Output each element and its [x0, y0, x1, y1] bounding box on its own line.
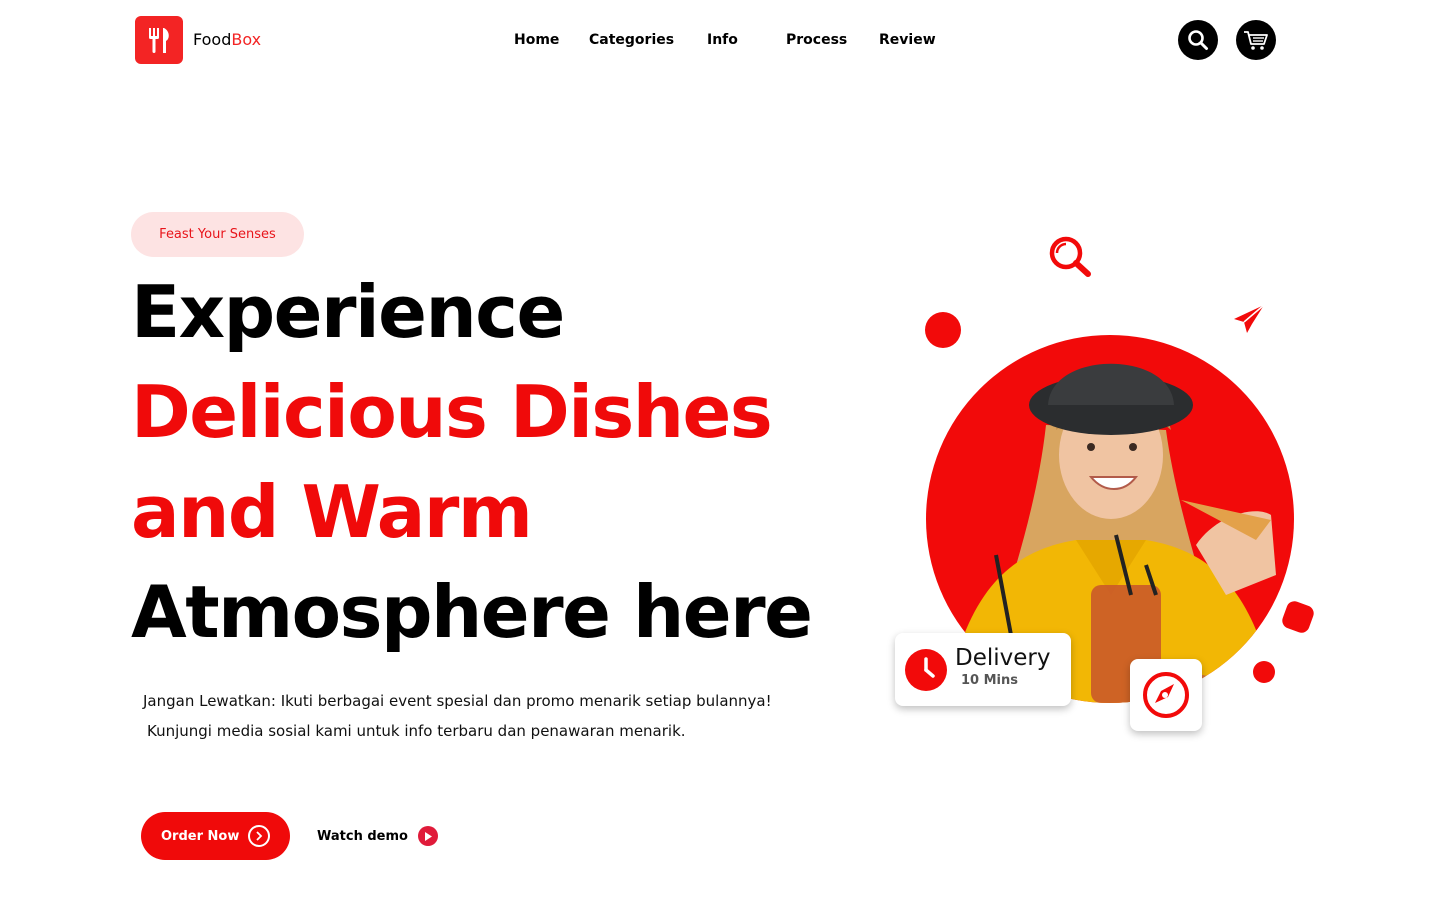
brand-name-part2: Box [231, 30, 262, 49]
nav-review[interactable]: Review [879, 31, 936, 49]
headline-line-1: Experience [131, 270, 565, 354]
chevron-right-icon [248, 825, 270, 847]
compass-card [1130, 659, 1202, 731]
nav-process[interactable]: Process [786, 31, 847, 49]
description-line-1: Jangan Lewatkan: Ikuti berbagai event sp… [143, 692, 772, 710]
hero-badge: Feast Your Senses [131, 212, 304, 257]
search-icon [1188, 30, 1208, 50]
magnifier-icon [1049, 236, 1091, 277]
decor-shape [1280, 599, 1316, 635]
hero-description: Jangan Lewatkan: Ikuti berbagai event sp… [143, 686, 772, 746]
search-button[interactable] [1178, 20, 1218, 60]
cart-button[interactable] [1236, 20, 1276, 60]
decor-dot [1253, 661, 1275, 683]
brand-name[interactable]: FoodBox [193, 30, 261, 50]
play-icon [417, 826, 438, 846]
nav-categories[interactable]: Categories [589, 31, 674, 49]
delivery-title: Delivery [955, 645, 1051, 671]
fork-knife-icon [149, 28, 169, 53]
delivery-subtitle: 10 Mins [961, 673, 1019, 688]
delivery-card: Delivery 10 Mins [895, 633, 1071, 706]
description-line-2: Kunjungi media sosial kami untuk info te… [147, 722, 686, 740]
nav-info[interactable]: Info [707, 31, 738, 49]
brand-name-part1: Food [193, 30, 232, 49]
clock-icon [905, 649, 947, 691]
logo-icon[interactable] [135, 16, 183, 64]
cart-icon [1244, 31, 1268, 50]
headline-line-2: Delicious Dishes [131, 370, 773, 454]
watch-demo-label: Watch demo [317, 828, 408, 844]
order-now-button[interactable]: Order Now [141, 812, 290, 860]
headline-line-4: Atmosphere here [131, 570, 813, 654]
decor-dot [925, 312, 961, 348]
paper-plane-icon [1234, 304, 1265, 333]
nav-home[interactable]: Home [514, 31, 559, 49]
watch-demo-link[interactable]: Watch demo [317, 826, 438, 846]
headline-line-3: and Warm [131, 470, 533, 554]
compass-icon [1143, 672, 1189, 718]
site-header: FoodBox Home Categories Info Process Rev… [0, 0, 1440, 80]
order-now-label: Order Now [161, 828, 240, 844]
